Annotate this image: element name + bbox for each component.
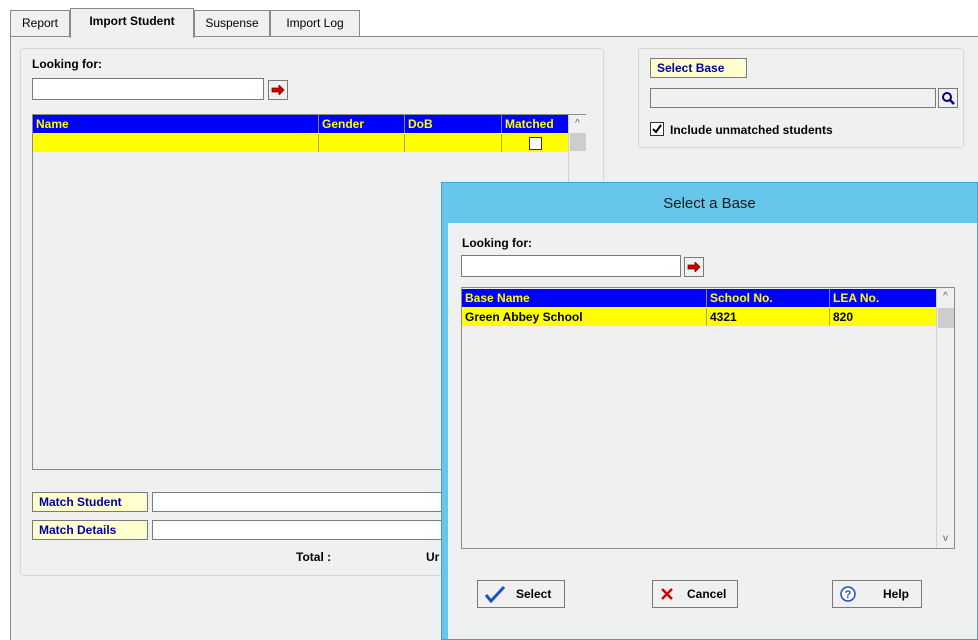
match-student-label: Match Student [32, 492, 148, 512]
cell-school-no: 4321 [707, 308, 830, 326]
dialog-search-go-button[interactable] [684, 257, 704, 277]
checkmark-icon [652, 124, 662, 134]
column-header-name[interactable]: Name [33, 115, 319, 133]
total-label: Total : [296, 550, 332, 564]
close-icon [661, 588, 673, 600]
scroll-thumb[interactable] [938, 308, 954, 328]
base-grid-header: Base Name School No. LEA No. [462, 289, 936, 307]
base-grid[interactable] [461, 287, 955, 549]
column-header-matched[interactable]: Matched [502, 115, 568, 133]
cell-lea-no: 820 [833, 310, 854, 324]
help-icon: ? [840, 586, 856, 602]
magnifier-icon [942, 92, 955, 105]
dialog-title: Select a Base [663, 194, 756, 212]
tab-label: Import Log [286, 16, 344, 30]
tab-import-student[interactable]: Import Student [70, 8, 194, 38]
cell-matched [502, 134, 568, 152]
matched-checkbox[interactable] [528, 136, 542, 150]
select-base-label: Select Base [650, 58, 747, 78]
red-arrow-icon [271, 85, 285, 95]
tab-label: Suspense [205, 16, 259, 30]
match-student-field[interactable] [152, 492, 452, 512]
base-field[interactable] [650, 88, 936, 108]
scroll-up-icon[interactable]: ^ [937, 288, 954, 305]
include-unmatched-label: Include unmatched students [670, 123, 833, 137]
tab-report[interactable]: Report [10, 10, 70, 36]
student-search-go-button[interactable] [268, 80, 288, 100]
dialog-titlebar[interactable]: Select a Base [442, 183, 977, 223]
table-row[interactable] [33, 134, 568, 152]
select-button-label: Select [516, 587, 552, 601]
student-grid-header: Name Gender DoB Matched [33, 115, 568, 133]
include-unmatched-checkbox[interactable] [650, 122, 664, 136]
svg-text:?: ? [845, 589, 852, 601]
base-search-button[interactable] [938, 88, 958, 108]
match-details-field[interactable] [152, 520, 452, 540]
cell-base-name: Green Abbey School [462, 308, 707, 326]
checkmark-icon [484, 585, 506, 603]
tab-label: Report [21, 16, 59, 30]
base-grid-scrollbar[interactable]: ^ v [936, 288, 954, 548]
help-button[interactable]: ? Help [832, 580, 922, 608]
scroll-thumb[interactable] [570, 133, 586, 151]
select-button[interactable]: Select [477, 580, 565, 608]
column-header-school-no[interactable]: School No. [707, 289, 830, 307]
scroll-down-icon[interactable]: v [937, 530, 954, 547]
dialog-search-input[interactable] [461, 255, 681, 277]
student-search-input[interactable] [32, 78, 264, 100]
unmatched-label: Ur [426, 550, 440, 564]
help-button-label: Help [883, 587, 910, 601]
tab-suspense[interactable]: Suspense [194, 10, 270, 36]
column-header-base-name[interactable]: Base Name [462, 289, 707, 307]
cancel-button[interactable]: Cancel [652, 580, 738, 608]
cell-dob [405, 134, 502, 152]
cell-name [33, 134, 319, 152]
tab-label: Import Student [89, 14, 175, 28]
column-header-dob[interactable]: DoB [405, 115, 502, 133]
tab-import-log[interactable]: Import Log [270, 10, 360, 36]
column-header-gender[interactable]: Gender [319, 115, 405, 133]
table-row[interactable]: Green Abbey School 4321 820 [462, 308, 936, 326]
cell-gender [319, 134, 405, 152]
dialog-border-left [442, 223, 448, 639]
column-header-lea-no[interactable]: LEA No. [830, 289, 936, 307]
red-arrow-icon [687, 262, 701, 272]
match-details-label: Match Details [32, 520, 148, 540]
looking-for-label: Looking for: [32, 57, 102, 71]
cancel-button-label: Cancel [687, 587, 727, 601]
dialog-looking-for-label: Looking for: [462, 236, 532, 250]
scroll-up-icon[interactable]: ^ [569, 115, 586, 132]
